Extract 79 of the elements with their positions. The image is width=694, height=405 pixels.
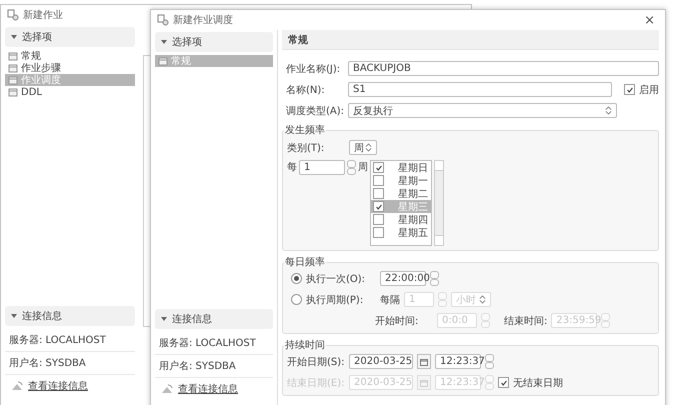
spin-button[interactable] — [430, 271, 439, 286]
field-label: 开始时间: — [375, 314, 420, 328]
checkbox[interactable] — [373, 188, 384, 199]
close-button[interactable]: × — [640, 12, 659, 28]
list-item[interactable]: 星期四 — [371, 213, 431, 226]
checkbox[interactable] — [373, 175, 384, 186]
radio-button[interactable] — [291, 294, 302, 305]
section-title: 常规 — [282, 30, 659, 50]
input-field[interactable]: 2020-03-25 — [349, 354, 413, 369]
checkbox[interactable] — [373, 162, 384, 173]
document-icon — [8, 51, 18, 61]
scrollbar[interactable] — [434, 160, 444, 246]
list-item[interactable]: 星期日 — [371, 161, 431, 174]
connection-icon — [161, 384, 173, 394]
dropdown[interactable]: 反复执行 — [348, 103, 617, 118]
list-item[interactable]: 星期五 — [371, 226, 431, 239]
user-text: 用户名: SYSDBA — [5, 352, 135, 375]
dialog-title: 新建作业调度 — [173, 14, 233, 27]
calendar-button[interactable] — [417, 354, 431, 369]
spin-button[interactable] — [347, 160, 356, 175]
server-text: 服务器: LOCALHOST — [5, 329, 135, 352]
input-field[interactable]: 1 — [299, 160, 345, 175]
tree-item[interactable]: DDL — [5, 86, 135, 98]
field-label: 周 — [358, 161, 368, 174]
checkbox[interactable] — [498, 377, 509, 388]
job-icon — [157, 14, 169, 26]
checkbox[interactable] — [373, 201, 384, 212]
list-item[interactable]: 星期二 — [371, 187, 431, 200]
job-icon — [7, 9, 19, 21]
input-field[interactable]: S1 — [348, 82, 612, 97]
document-icon — [158, 56, 168, 66]
radio-label: 执行周期(P): — [306, 294, 364, 306]
document-icon — [8, 87, 18, 97]
tree-item[interactable]: 作业步骤 — [5, 62, 135, 74]
field-label: 无结束日期 — [513, 376, 563, 390]
collapse-icon — [161, 317, 167, 321]
document-icon — [8, 63, 18, 73]
group-title: 持续时间 — [284, 338, 326, 352]
field-label: 结束时间: — [504, 314, 548, 328]
spin-button[interactable] — [485, 354, 494, 369]
checkbox[interactable] — [373, 227, 384, 238]
calendar-icon — [420, 378, 428, 386]
field-label: 名称(N): — [286, 84, 326, 96]
up-down-icon — [365, 143, 372, 152]
panel-header[interactable]: 选择项 — [5, 27, 135, 47]
connection-info-link[interactable]: 查看连接信息 — [28, 379, 88, 393]
window-title: 新建作业 — [23, 8, 63, 22]
calendar-icon — [420, 358, 428, 366]
group-title: 每日频率 — [284, 256, 326, 269]
checkbox[interactable] — [624, 84, 635, 95]
panel-header[interactable]: 选择项 — [155, 32, 273, 52]
collapse-icon — [11, 314, 17, 318]
collapse-icon — [161, 40, 167, 44]
server-text: 服务器: LOCALHOST — [155, 332, 273, 355]
panel-header[interactable]: 连接信息 — [155, 309, 273, 329]
connection-icon — [11, 381, 23, 391]
checkbox[interactable] — [373, 214, 384, 225]
tree-item[interactable]: 常规 — [5, 50, 135, 62]
field-label: 每 — [287, 161, 297, 174]
up-down-icon — [605, 106, 612, 115]
input-field[interactable]: BACKUPJOB — [348, 61, 659, 76]
radio-button[interactable] — [291, 273, 302, 284]
collapse-icon — [11, 35, 17, 39]
document-icon — [8, 75, 18, 85]
group-title: 发生频率 — [284, 124, 326, 137]
dropdown[interactable]: 周 — [349, 140, 377, 155]
connection-info-link[interactable]: 查看连接信息 — [178, 382, 238, 396]
day-list[interactable]: 星期日 星期一 星期二 星期三 星期四 星期五 — [370, 160, 432, 246]
field-label: 作业名称(J): — [286, 62, 342, 76]
up-down-icon — [479, 295, 486, 304]
field-label: 调度类型(A): — [286, 104, 344, 118]
panel-header[interactable]: 连接信息 — [5, 306, 135, 326]
user-text: 用户名: SYSDBA — [155, 355, 273, 378]
field-label: 每隔 — [380, 294, 400, 306]
radio-label: 执行一次(O): — [306, 272, 366, 286]
list-item[interactable]: 星期一 — [371, 174, 431, 187]
field-label: 类别(T): — [287, 142, 326, 154]
field-label: 开始日期(S): — [287, 356, 345, 368]
field-label: 启用 — [639, 84, 659, 96]
